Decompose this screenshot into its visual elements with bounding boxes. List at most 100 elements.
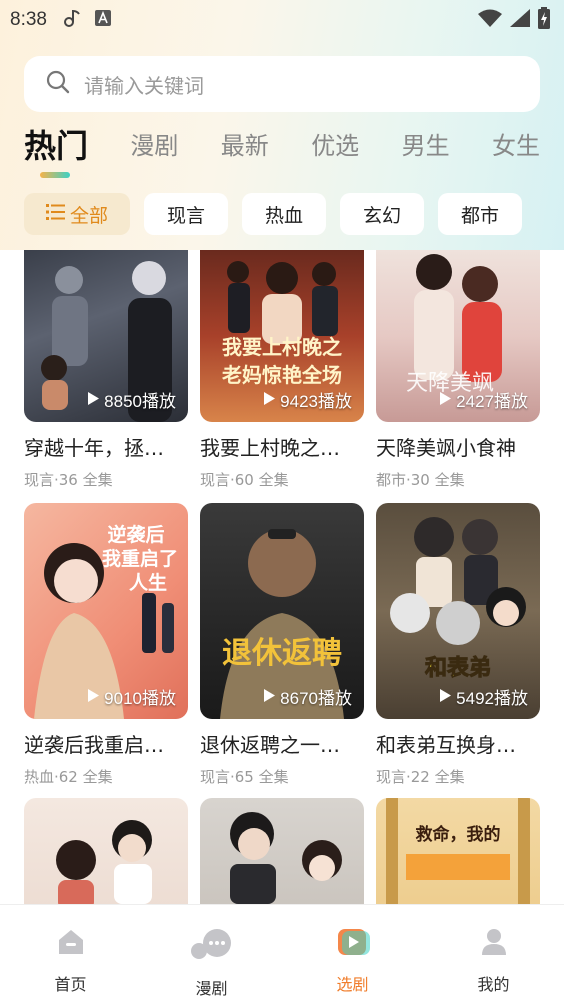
list-icon xyxy=(45,203,66,226)
search-input[interactable]: 请输入关键词 xyxy=(24,56,540,112)
tab-label: 热门 xyxy=(24,127,89,165)
play-icon xyxy=(440,687,452,707)
home-icon xyxy=(56,927,86,961)
nav-home[interactable]: 首页 xyxy=(0,905,141,1004)
chip-fantasy[interactable]: 玄幻 xyxy=(340,193,424,235)
tab-label: 女生 xyxy=(491,132,540,160)
tab-latest[interactable]: 最新 xyxy=(221,124,269,180)
svg-text:退休返聘: 退休返聘 xyxy=(222,636,342,671)
play-icon xyxy=(264,390,276,410)
drama-title: 穿越十年，拯… xyxy=(24,436,164,460)
drama-title: 天降美飒小食神 xyxy=(376,436,516,460)
user-icon xyxy=(479,927,509,961)
nav-profile[interactable]: 我的 xyxy=(423,905,564,1004)
nav-select-drama[interactable]: 选剧 xyxy=(282,905,423,1004)
svg-text:老妈惊艳全场: 老妈惊艳全场 xyxy=(222,363,342,387)
tab-label: 优选 xyxy=(311,132,360,160)
drama-card[interactable]: 逆袭后 我重启了 人生 9010播放 逆袭后我重启… 热血·62 全集 xyxy=(24,503,188,787)
chip-label: 热血 xyxy=(264,204,303,227)
svg-text:我要上村晚之: 我要上村晚之 xyxy=(222,335,342,359)
tab-comic-drama[interactable]: 漫剧 xyxy=(130,124,178,180)
nav-label: 首页 xyxy=(54,975,87,994)
drama-poster: 天降美飒 2427播放 xyxy=(376,250,540,422)
drama-card[interactable]: 救命，我的 xyxy=(376,798,540,904)
play-count-text: 8850播放 xyxy=(104,392,176,411)
drama-meta: 现言·36 全集 xyxy=(24,471,113,489)
chip-all[interactable]: 全部 xyxy=(24,193,130,235)
play-icon xyxy=(88,687,100,707)
video-play-icon xyxy=(336,927,370,961)
play-icon xyxy=(264,687,276,707)
tab-hot[interactable]: 热门 xyxy=(24,124,88,180)
chip-label: 全部 xyxy=(69,204,108,227)
active-tab-indicator xyxy=(40,172,70,178)
nav-comic-drama[interactable]: 漫剧 xyxy=(141,905,282,1004)
drama-meta: 现言·65 全集 xyxy=(200,768,289,786)
play-count: 9010播放 xyxy=(88,684,176,709)
status-time: 8:38 xyxy=(10,9,47,30)
drama-poster: 8850播放 xyxy=(24,250,188,422)
drama-card[interactable]: 退休返聘 8670播放 退休返聘之一… 现言·65 全集 xyxy=(200,503,364,787)
drama-meta: 现言·22 全集 xyxy=(376,768,465,786)
drama-card[interactable]: 和表弟 5492播放 和表弟互换身… 现言·22 全集 xyxy=(376,503,540,787)
play-count-text: 2427播放 xyxy=(456,392,528,411)
genre-filter: 全部 现言 热血 玄幻 都市 xyxy=(24,193,522,235)
category-tabs: 热门 漫剧 最新 优选 男生 女生 xyxy=(24,124,540,180)
drama-poster: 退休返聘 8670播放 xyxy=(200,503,364,719)
tab-female[interactable]: 女生 xyxy=(492,124,540,180)
play-count-text: 5492播放 xyxy=(456,689,528,708)
tab-label: 最新 xyxy=(220,132,269,160)
drama-poster: 救命，我的 xyxy=(376,798,540,904)
svg-text:我重启了: 我重启了 xyxy=(102,547,178,570)
drama-meta: 热血·62 全集 xyxy=(24,768,113,786)
play-count: 2427播放 xyxy=(440,387,528,412)
chip-label: 现言 xyxy=(166,204,205,227)
drama-grid: 8850播放 穿越十年，拯… 现言·36 全集 我要上村晚之 老妈惊艳全场 94… xyxy=(24,250,540,904)
chat-bubbles-icon xyxy=(189,927,235,965)
signal-icon xyxy=(510,9,530,31)
drama-card[interactable] xyxy=(24,798,188,904)
music-note-icon xyxy=(63,8,81,32)
drama-title: 我要上村晚之… xyxy=(200,436,340,460)
search-icon xyxy=(46,70,70,98)
drama-poster: 逆袭后 我重启了 人生 9010播放 xyxy=(24,503,188,719)
tab-label: 男生 xyxy=(401,132,450,160)
drama-card[interactable]: 天降美飒 2427播放 天降美飒小食神 都市·30 全集 xyxy=(376,250,540,490)
drama-card[interactable]: 我要上村晚之 老妈惊艳全场 9423播放 我要上村晚之… 现言·60 全集 xyxy=(200,250,364,490)
bottom-navigation: 首页 漫剧 选剧 我的 xyxy=(0,904,564,1004)
drama-card[interactable] xyxy=(200,798,364,904)
chip-romance[interactable]: 现言 xyxy=(144,193,228,235)
svg-text:救命，我的: 救命，我的 xyxy=(416,824,501,845)
drama-title: 退休返聘之一… xyxy=(200,733,340,757)
play-icon xyxy=(440,390,452,410)
font-badge-icon xyxy=(94,10,111,30)
play-count-text: 9010播放 xyxy=(104,689,176,708)
drama-title: 逆袭后我重启… xyxy=(24,733,164,757)
nav-label: 我的 xyxy=(477,975,510,994)
chip-urban[interactable]: 都市 xyxy=(438,193,522,235)
drama-card[interactable]: 8850播放 穿越十年，拯… 现言·36 全集 xyxy=(24,250,188,490)
play-count: 9423播放 xyxy=(264,387,352,412)
play-count-text: 8670播放 xyxy=(280,689,352,708)
status-bar: 8:38 xyxy=(0,0,564,40)
battery-charging-icon xyxy=(538,7,550,33)
drama-poster xyxy=(24,798,188,904)
search-placeholder: 请输入关键词 xyxy=(84,73,204,98)
play-count-text: 9423播放 xyxy=(280,392,352,411)
drama-poster xyxy=(200,798,364,904)
tab-featured[interactable]: 优选 xyxy=(311,124,359,180)
tab-male[interactable]: 男生 xyxy=(402,124,450,180)
wifi-icon xyxy=(478,9,502,31)
svg-text:和表弟: 和表弟 xyxy=(425,655,491,681)
drama-title: 和表弟互换身… xyxy=(376,733,516,757)
chip-label: 玄幻 xyxy=(362,204,401,227)
drama-poster: 我要上村晚之 老妈惊艳全场 9423播放 xyxy=(200,250,364,422)
drama-poster: 和表弟 5492播放 xyxy=(376,503,540,719)
play-count: 8850播放 xyxy=(88,387,176,412)
drama-meta: 都市·30 全集 xyxy=(376,471,465,489)
tab-label: 漫剧 xyxy=(130,132,179,160)
nav-label: 选剧 xyxy=(336,975,369,994)
svg-text:人生: 人生 xyxy=(129,571,167,594)
chip-action[interactable]: 热血 xyxy=(242,193,326,235)
svg-text:逆袭后: 逆袭后 xyxy=(107,523,164,546)
